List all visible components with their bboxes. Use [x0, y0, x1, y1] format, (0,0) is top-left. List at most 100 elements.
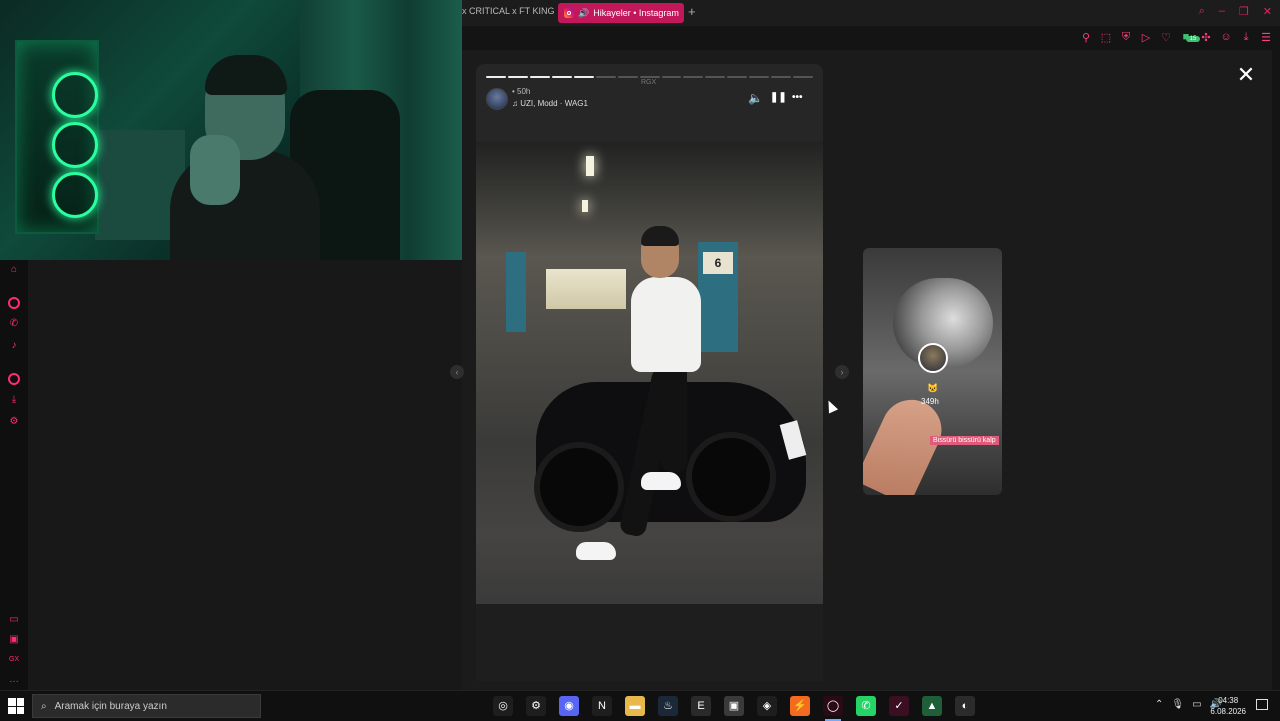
story-footer	[476, 604, 823, 681]
obs-icon[interactable]: ◐	[955, 696, 975, 716]
progress-segment	[551, 76, 572, 78]
preview-avatar	[918, 343, 948, 373]
preview-caption: Bissürü bissürü kalp	[930, 436, 999, 445]
extension-icon[interactable]: ■15	[1180, 31, 1200, 44]
prev-story-button[interactable]: ‹	[450, 365, 464, 379]
man-leg	[661, 362, 687, 472]
nvidia-icon[interactable]: ◈	[757, 696, 777, 716]
shield-icon[interactable]: ⛨	[1120, 31, 1132, 44]
new-tab-button[interactable]: +	[688, 4, 696, 19]
more-options-button[interactable]: •••	[792, 92, 803, 103]
window-controls: ⌕ – ❐ ✕	[1199, 5, 1272, 18]
avatar[interactable]	[486, 88, 508, 110]
menu-icon[interactable]: ☰	[1260, 31, 1272, 44]
opera-gx-icon[interactable]: ◯	[823, 696, 843, 721]
microphone-icon[interactable]: 🎙	[1171, 699, 1184, 710]
progress-segment	[661, 76, 682, 78]
ceiling-light	[582, 200, 588, 212]
browser-toolbar: ⚲ ⬚ ⛨ ▷ ♡ ■15 ✣ ☺ ⤓ ☰	[462, 26, 1280, 50]
pillar-number: 6	[703, 252, 733, 274]
gx-sidebar-icon[interactable]: GX	[8, 654, 20, 666]
sneaker	[576, 542, 616, 560]
history-sidebar-icon[interactable]	[8, 373, 20, 385]
next-story-button[interactable]: ›	[835, 365, 849, 379]
app-orange-icon[interactable]: ⚡	[790, 696, 810, 716]
gx-corner-icon[interactable]: ⌂	[8, 264, 20, 276]
browser-sidebar: ⌂ ✆ ♪ ⤓ ⚙ ▭ ▣ GX …	[0, 260, 28, 690]
story-time-value: 50h	[517, 87, 531, 96]
tab-previous[interactable]: x CRITICAL x FT KINGS	[462, 6, 554, 16]
streamer-hand	[190, 135, 240, 205]
man-shirt	[631, 277, 701, 372]
network-icon[interactable]: ▭	[1192, 699, 1201, 710]
settings-sidebar-icon[interactable]: ⚙	[8, 416, 20, 428]
taskbar: ⌕ Aramak için buraya yazın ◎ ⚙ ◉ N ▬ ♨ E ▣ ◈ ⚡ ◯ ✆ ✓…	[0, 690, 1280, 721]
pause-button[interactable]: ❚❚	[770, 92, 787, 103]
front-wheel	[534, 442, 624, 532]
pc-fan	[52, 122, 98, 168]
taskbar-search-input[interactable]: ⌕ Aramak için buraya yazın	[32, 694, 261, 718]
progress-segment	[486, 76, 506, 78]
progress-segment	[507, 76, 528, 78]
next-story-preview[interactable]: 🐱 349h Bissürü bissürü kalp	[863, 248, 1002, 495]
control-sidebar-icon[interactable]: ▣	[8, 634, 20, 646]
tiktok-sidebar-icon[interactable]: ♪	[8, 340, 20, 352]
clock-date: 6.08.2026	[1210, 707, 1246, 716]
progress-segment	[617, 76, 638, 78]
search-icon[interactable]: ⌕	[1199, 5, 1205, 18]
discord-icon[interactable]: ◉	[559, 696, 579, 716]
close-icon[interactable]: ✕	[1263, 5, 1272, 18]
folder-icon[interactable]: ▬	[625, 696, 645, 716]
app-pink-icon[interactable]: ✓	[889, 696, 909, 716]
toolbar-icons: ⚲ ⬚ ⛨ ▷ ♡ ■15 ✣ ☺ ⤓ ☰	[1080, 31, 1272, 44]
preview-time: 349h	[921, 397, 939, 406]
progress-segment	[639, 76, 660, 78]
progress-segment	[705, 76, 726, 78]
netflix-icon[interactable]: N	[592, 696, 612, 716]
app-icon[interactable]: ◎	[493, 696, 513, 716]
steam-icon[interactable]: ♨	[658, 696, 678, 716]
rear-wheel	[686, 432, 776, 522]
minimize-icon[interactable]: –	[1219, 5, 1225, 18]
app-green-icon[interactable]: ▲	[922, 696, 942, 716]
puzzle-icon[interactable]: ✣	[1200, 31, 1212, 44]
sneaker	[641, 472, 681, 490]
story-music[interactable]: ♫ UZI, Modd · WAG1	[512, 99, 588, 108]
pc-fan	[52, 172, 98, 218]
man-hair	[641, 226, 679, 246]
epic-icon[interactable]: E	[691, 696, 711, 716]
play-icon[interactable]: ▷	[1140, 31, 1152, 44]
speaker-icon[interactable]: 🔊	[578, 8, 589, 19]
pc-fan	[52, 72, 98, 118]
clock-time: 04:38	[1218, 696, 1239, 705]
story-card[interactable]: RGX • 50h ♫ UZI, Modd · WAG1 🔈 ❚❚ ••• 6	[476, 64, 823, 681]
scrollbar[interactable]	[1272, 50, 1280, 690]
tab-instagram[interactable]: 🔊 Hikayeler • Instagram	[558, 3, 684, 23]
restore-icon[interactable]: ❐	[1239, 5, 1249, 18]
profile-icon[interactable]: ☺	[1220, 31, 1232, 44]
instagram-icon	[564, 8, 574, 18]
screenshot-icon[interactable]: ⬚	[1100, 31, 1112, 44]
instagram-sidebar-icon[interactable]	[8, 297, 20, 309]
windows-start-icon[interactable]	[8, 698, 24, 714]
whatsapp-icon[interactable]: ✆	[856, 696, 876, 716]
progress-segment	[529, 76, 550, 78]
pin-icon[interactable]: ⚲	[1080, 31, 1092, 44]
taskbar-clock[interactable]: 04:38 6.08.2026	[1210, 695, 1246, 717]
search-icon: ⌕	[41, 700, 47, 712]
download-sidebar-icon[interactable]: ⤓	[8, 394, 20, 406]
tabs-sidebar-icon[interactable]: ▭	[8, 614, 20, 626]
download-icon[interactable]: ⤓	[1240, 31, 1252, 44]
settings-icon[interactable]: ⚙	[526, 696, 546, 716]
chevron-up-icon[interactable]: ⌃	[1155, 699, 1163, 710]
progress-segment	[749, 76, 770, 78]
close-button[interactable]: ✕	[1236, 64, 1256, 86]
whatsapp-sidebar-icon[interactable]: ✆	[8, 318, 20, 330]
mute-button[interactable]: 🔈	[748, 91, 763, 105]
progress-segment	[793, 76, 814, 78]
store-icon[interactable]: ▣	[724, 696, 744, 716]
notification-icon[interactable]	[1256, 699, 1268, 710]
more-sidebar-icon[interactable]: …	[8, 674, 20, 686]
pc-case	[15, 40, 99, 234]
heart-icon[interactable]: ♡	[1160, 31, 1172, 44]
